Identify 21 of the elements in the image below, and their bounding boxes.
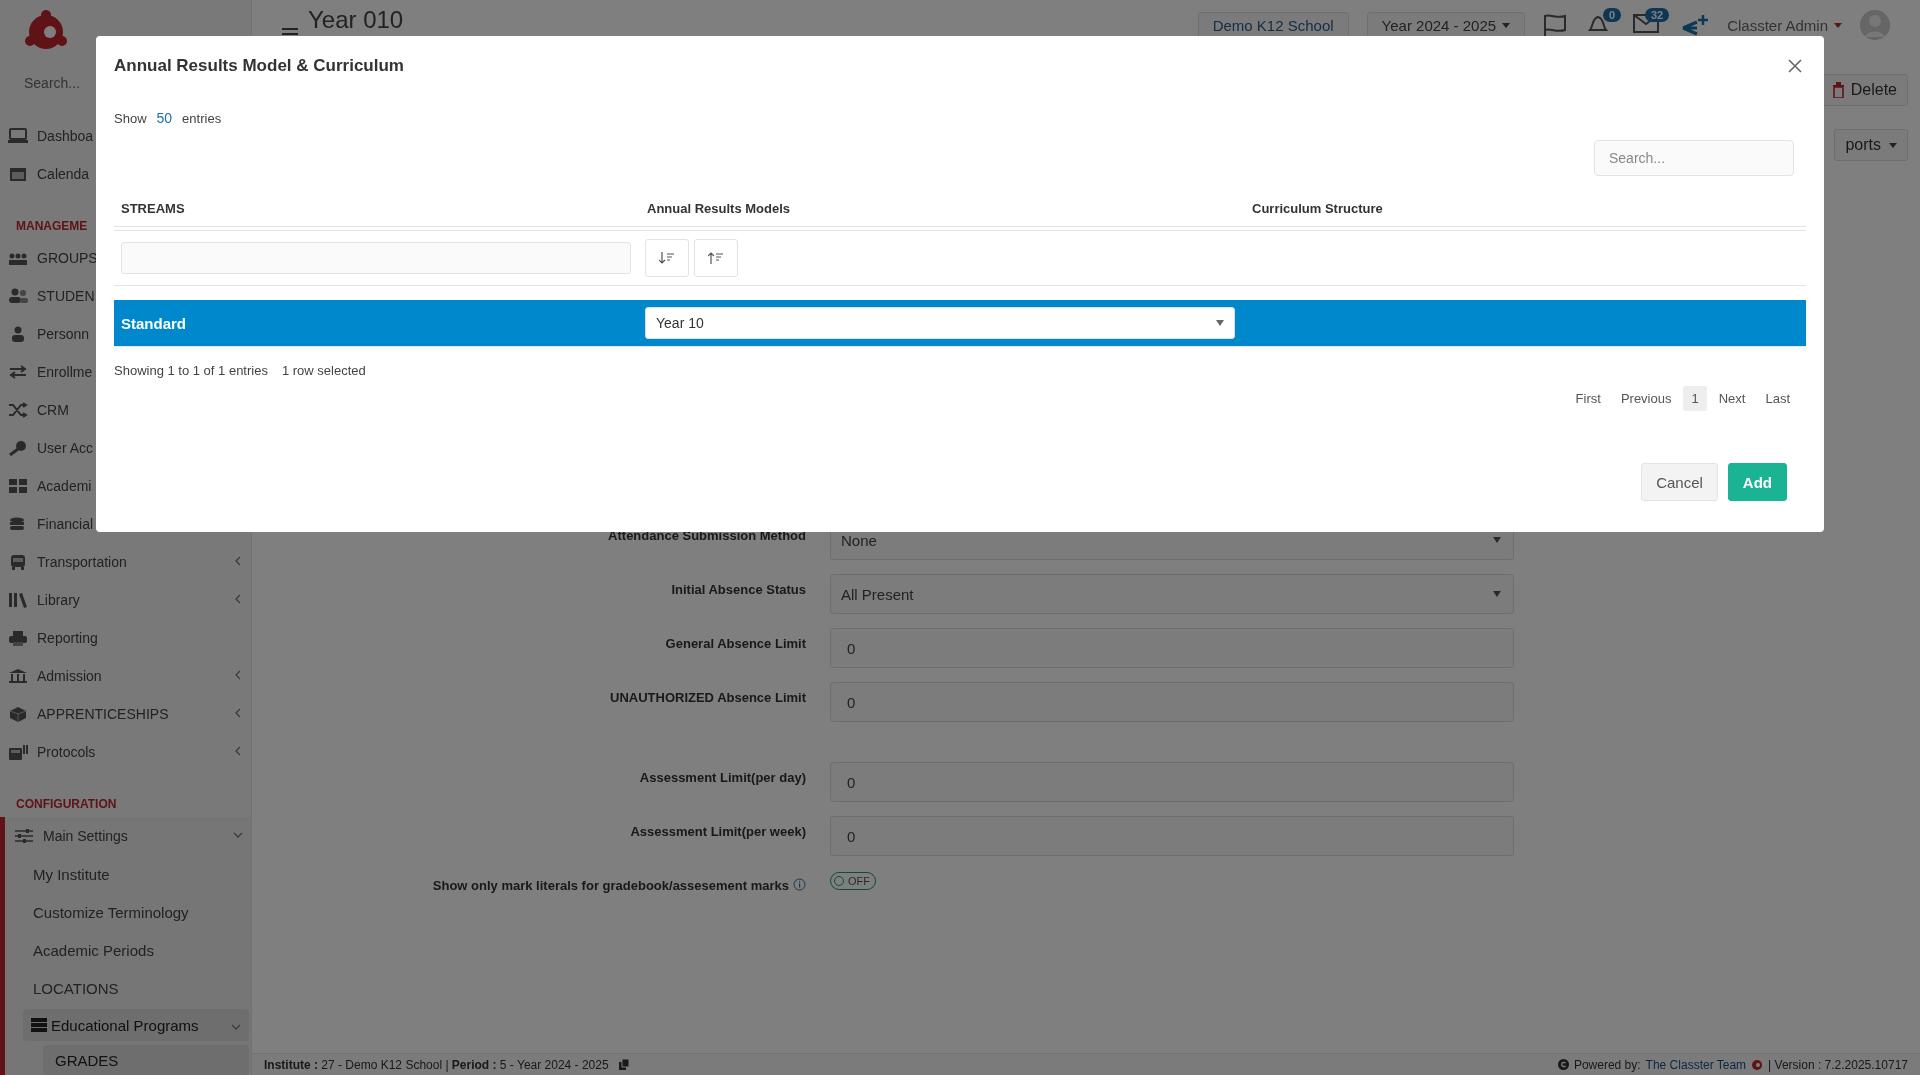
powered-by-label: Powered by: [1573, 1057, 1641, 1072]
field-label: Assessment Limit(per week) [630, 824, 806, 839]
length-label: entries [182, 110, 222, 126]
table-cell-text: Standard [120, 314, 187, 332]
field-label: Assessment Limit(per day) [639, 770, 806, 785]
selection-info: 1 row selected [281, 363, 366, 378]
message-badge: 32 [1644, 8, 1670, 22]
table-info: Showing 1 to 1 of 1 entries [114, 363, 268, 378]
length-label: Show [114, 110, 147, 126]
version-text: | Version : 7.2.2025.10717 [1768, 1057, 1908, 1072]
status-text: Institute : 27 - Demo K12 School | Period : 5 - Year 2024 - 2025 [264, 1057, 609, 1072]
page-title: Year 010 [308, 6, 404, 34]
field-label: UNAUTHORIZED Absence Limit [610, 690, 806, 705]
modal-title: Annual Results Model & Curriculum [114, 56, 404, 76]
field-label: General Absence Limit [665, 636, 806, 651]
field-label: Initial Absence Status [671, 582, 806, 597]
field-label: Show only mark literals for gradebook/assesement marks [432, 878, 789, 893]
section-heading: MANAGEME [16, 219, 88, 233]
field-label: Attendance Submission Method [608, 528, 806, 543]
notification-badge: 0 [1603, 8, 1622, 22]
section-heading: CONFIGURATION [16, 797, 117, 811]
